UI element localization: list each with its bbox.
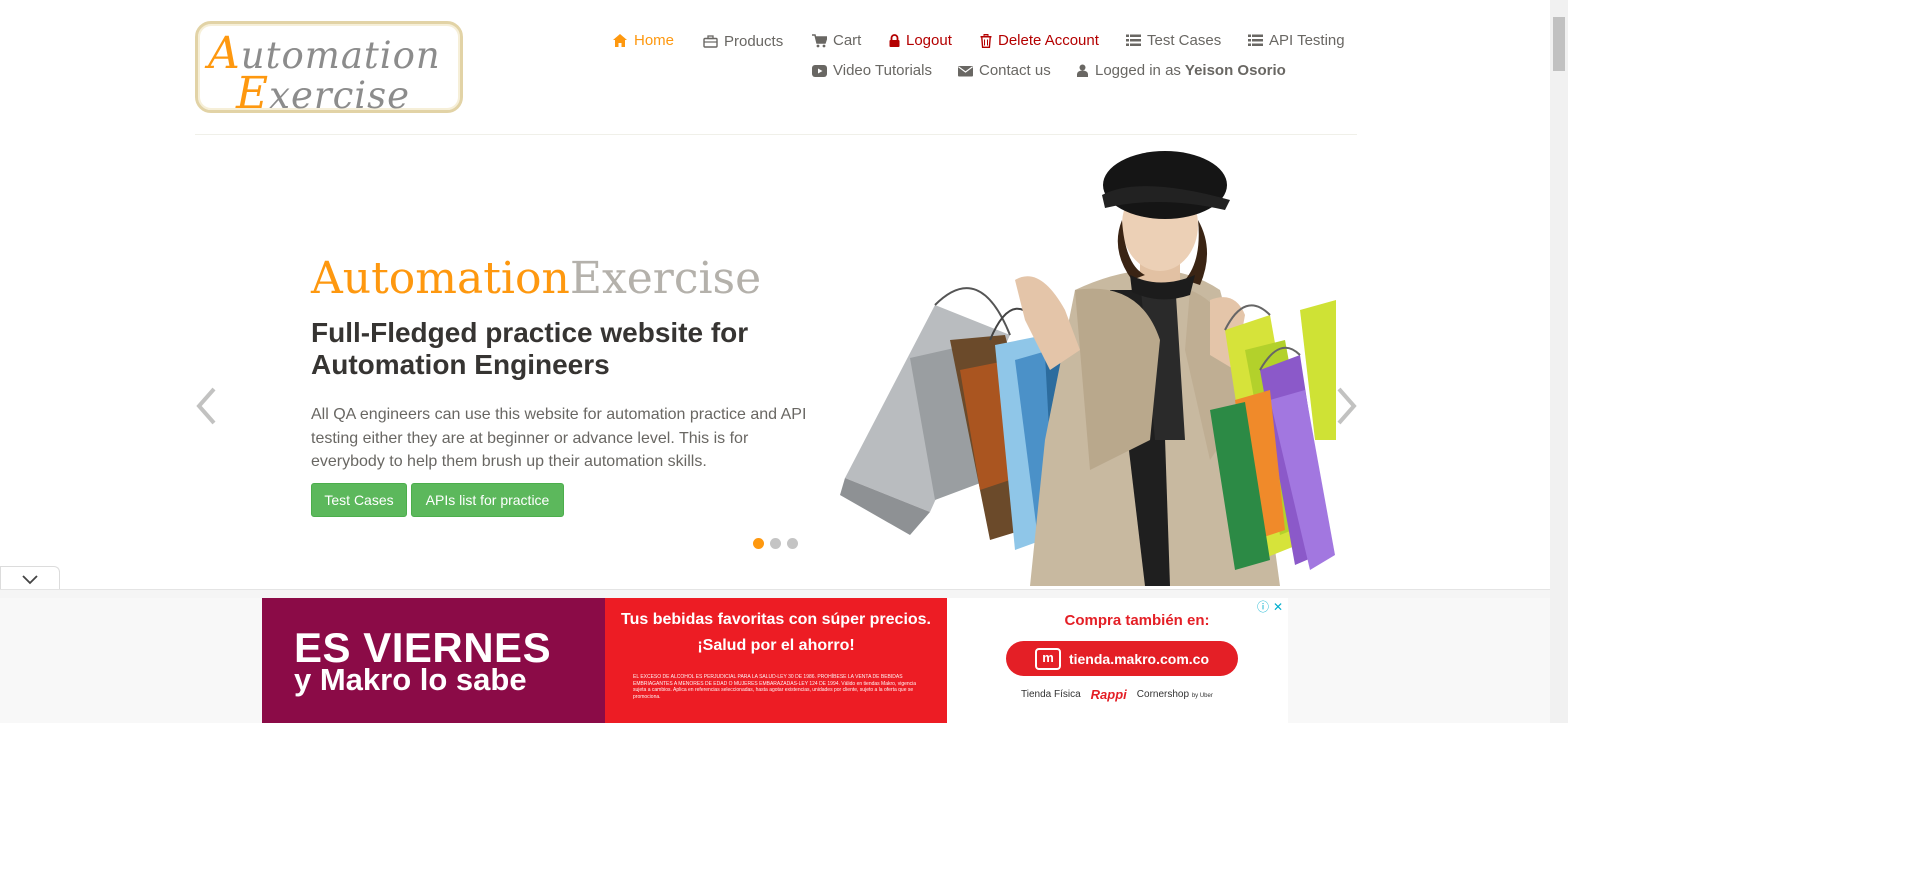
nav-delete-account-label: Delete Account — [998, 32, 1099, 49]
slider-dot-1[interactable] — [753, 538, 764, 549]
nav-logout-label: Logout — [906, 32, 952, 49]
ad-info-icon[interactable]: ⓘ — [1257, 598, 1269, 615]
store-icon: m — [1034, 647, 1061, 670]
cart-icon — [811, 33, 827, 49]
ad-store-cornershop-sub: by Uber — [1191, 693, 1213, 699]
nav-contact-us-label: Contact us — [979, 62, 1051, 79]
ad-mid-fine-print: EL EXCESO DE ALCOHOL ES PERJUDICIAL PARA… — [633, 674, 917, 700]
ad-mid-line1: Tus bebidas favoritas con súper precios. — [620, 611, 931, 628]
ad-controls: ⓘ ✕ — [1257, 598, 1283, 615]
home-icon — [612, 33, 628, 49]
logo-word-2: xercise — [269, 74, 411, 117]
page-scrollbar[interactable] — [1550, 0, 1568, 723]
nav-products-label: Products — [724, 33, 784, 50]
ad-store-cornershop: Cornershop — [1136, 689, 1190, 700]
test-cases-button[interactable]: Test Cases — [311, 483, 407, 517]
lock-icon — [888, 33, 900, 49]
slider-prev-button[interactable] — [194, 385, 218, 427]
ad-mid-line2: ¡Salud por el ahorro! — [697, 637, 855, 654]
nav-api-testing-label: API Testing — [1269, 32, 1345, 49]
nav-cart-label: Cart — [833, 32, 862, 49]
user-icon — [1076, 63, 1089, 79]
slider-dot-3[interactable] — [787, 538, 798, 549]
ad-divider — [0, 589, 1550, 598]
list-icon — [1247, 33, 1263, 49]
nav-products[interactable]: Products — [702, 33, 783, 50]
chevron-left-icon — [196, 387, 216, 425]
ad-store-physical: Tienda Física — [1021, 689, 1081, 700]
nav-logout[interactable]: Logout — [888, 32, 952, 49]
ad-panel-middle[interactable]: Tus bebidas favoritas con súper precios.… — [605, 598, 947, 723]
nav-delete-account[interactable]: Delete Account — [979, 32, 1099, 49]
site-logo[interactable]: Automation Exercise — [195, 21, 463, 119]
slider-dot-2[interactable] — [770, 538, 781, 549]
ad-store-cornershop-wrap: Cornershop by Uber — [1137, 689, 1213, 700]
nav-api-testing[interactable]: API Testing — [1247, 32, 1345, 49]
list-icon — [1125, 33, 1141, 49]
logged-in-prefix: Logged in as — [1095, 62, 1181, 79]
nav-home-label: Home — [634, 32, 675, 49]
nav-cart[interactable]: Cart — [811, 32, 861, 49]
briefcase-icon — [702, 34, 718, 50]
header-divider — [195, 134, 1357, 135]
envelope-icon — [957, 63, 973, 79]
nav-video-tutorials[interactable]: Video Tutorials — [811, 62, 932, 79]
ad-store-logos: Tienda Física Rappi Cornershop by Uber — [1021, 687, 1213, 702]
nav-logged-in-user: Logged in as Yeison Osorio — [1076, 62, 1286, 79]
ad-close-icon[interactable]: ✕ — [1273, 600, 1283, 614]
slider-headline: Full-Fledged practice website for Automa… — [311, 317, 749, 380]
nav-test-cases-label: Test Cases — [1147, 32, 1222, 49]
apis-list-button[interactable]: APIs list for practice — [411, 483, 564, 517]
ad-panel-right[interactable]: Compra también en: m tienda.makro.com.co… — [947, 598, 1288, 723]
trash-icon — [979, 33, 992, 49]
ad-left-subheadline: y Makro lo sabe — [294, 662, 527, 697]
youtube-icon — [811, 63, 827, 79]
slider-description: All QA engineers can use this website fo… — [311, 406, 807, 470]
chevron-down-icon — [22, 574, 38, 584]
nav-test-cases[interactable]: Test Cases — [1125, 32, 1221, 49]
brand-part-exercise: Exercise — [569, 253, 762, 304]
nav-video-tutorials-label: Video Tutorials — [833, 62, 932, 79]
logged-in-username: Yeison Osorio — [1184, 62, 1286, 79]
scrollbar-thumb[interactable] — [1553, 17, 1565, 71]
ad-store-rappi: Rappi — [1090, 687, 1127, 702]
logo-initial-e: E — [236, 68, 270, 119]
ad-store-link-button[interactable]: m tienda.makro.com.co — [1006, 641, 1238, 676]
ad-store-url: tienda.makro.com.co — [1068, 650, 1210, 667]
nav-contact-us[interactable]: Contact us — [957, 62, 1051, 79]
nav-home[interactable]: Home — [612, 32, 674, 49]
brand-part-automation: Automation — [311, 253, 570, 304]
slider-indicators — [753, 538, 798, 549]
slider-brand-title: AutomationExercise — [311, 253, 761, 304]
ad-panel-left[interactable]: ES VIERNES y Makro lo sabe — [262, 598, 605, 723]
hero-woman-shopping-bags-image — [840, 151, 1336, 586]
